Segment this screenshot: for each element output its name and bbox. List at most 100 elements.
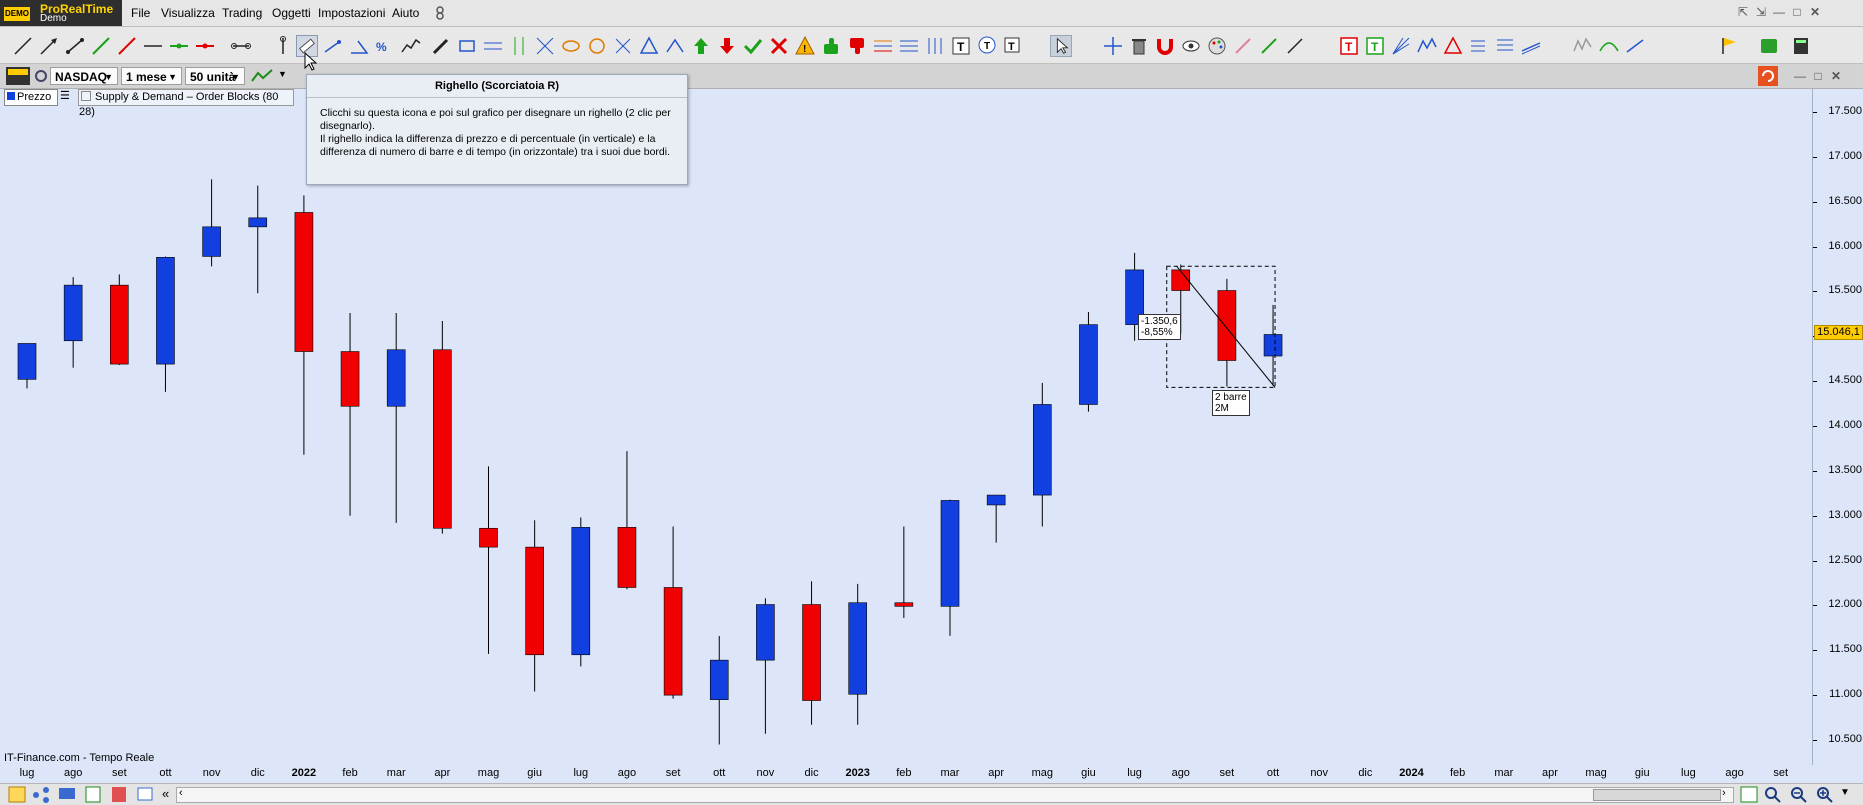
refresh-icon[interactable] — [1758, 35, 1780, 57]
palette-icon[interactable] — [1206, 35, 1228, 57]
scrollbar-thumb[interactable] — [1593, 789, 1721, 801]
chat-icon[interactable] — [58, 786, 76, 803]
cross-icon[interactable] — [612, 35, 634, 57]
detach-icon[interactable]: ⇱ — [1736, 5, 1750, 19]
green-horizontal-icon[interactable] — [168, 35, 190, 57]
units-select[interactable]: 50 unità ▼ — [185, 67, 245, 85]
chart-close-icon[interactable]: ✕ — [1829, 69, 1843, 83]
restore-icon[interactable]: ⇲ — [1754, 5, 1768, 19]
green-line-icon[interactable] — [90, 35, 112, 57]
gann-fan-icon[interactable] — [1390, 35, 1412, 57]
scroll-right-icon[interactable]: › — [1722, 787, 1726, 799]
green-text-box-icon[interactable]: T — [1364, 35, 1386, 57]
fibo-retracement-icon[interactable] — [1468, 35, 1490, 57]
zoom-fit-icon[interactable] — [1764, 786, 1782, 803]
red-arrow-down-icon[interactable] — [716, 35, 738, 57]
red-text-box-icon[interactable]: T — [1338, 35, 1360, 57]
move-icon[interactable] — [1102, 35, 1124, 57]
price-chart[interactable] — [0, 89, 1812, 765]
fibonacci-fan-icon[interactable] — [534, 35, 556, 57]
red-line-icon[interactable] — [116, 35, 138, 57]
calculator-icon[interactable] — [1790, 35, 1812, 57]
pitchfork-icon[interactable] — [664, 35, 686, 57]
thumbs-down-icon[interactable] — [846, 35, 868, 57]
window-icon[interactable] — [136, 786, 154, 803]
fibonacci-icon[interactable] — [872, 35, 894, 57]
indicator-icon[interactable] — [250, 67, 274, 85]
close-icon[interactable]: ✕ — [1808, 5, 1822, 19]
horizontal-line-icon[interactable] — [142, 35, 164, 57]
flag-icon[interactable] — [1718, 35, 1740, 57]
menu-aiuto[interactable]: Aiuto — [392, 6, 419, 20]
warning-icon[interactable]: ! — [794, 35, 816, 57]
menu-trading[interactable]: Trading — [222, 6, 262, 20]
percent-icon[interactable]: % — [374, 35, 396, 57]
elliott-wave-icon[interactable] — [1416, 35, 1438, 57]
green-arrow-up-icon[interactable] — [690, 35, 712, 57]
green-segment-icon[interactable] — [1258, 35, 1280, 57]
ellipse-icon[interactable] — [560, 35, 582, 57]
fibonacci-time-icon[interactable] — [924, 35, 946, 57]
autoscale-icon[interactable] — [1740, 786, 1758, 803]
black-segment-icon[interactable] — [1284, 35, 1306, 57]
circle-icon[interactable] — [586, 35, 608, 57]
parallel-lines-icon[interactable] — [482, 35, 504, 57]
red-horizontal-icon[interactable] — [194, 35, 216, 57]
scroll-left-icon[interactable]: ‹ — [179, 787, 183, 799]
triangle-icon[interactable] — [638, 35, 660, 57]
regression-icon[interactable] — [1624, 35, 1646, 57]
red-triangle-icon[interactable] — [1442, 35, 1464, 57]
price-axis[interactable]: 10.500 11.000 11.500 12.000 12.500 13.000 13.5… — [1812, 89, 1863, 765]
pointer-icon[interactable] — [1050, 35, 1072, 57]
menu-oggetti[interactable]: Oggetti — [272, 6, 311, 20]
magnet-icon[interactable] — [1154, 35, 1176, 57]
zoom-in-icon[interactable] — [1816, 786, 1834, 803]
text-box-icon[interactable]: T — [950, 35, 972, 57]
instrument-select[interactable]: NASDAQ ▼ — [50, 67, 118, 85]
text-tool-icon[interactable]: T — [1002, 35, 1024, 57]
chevron-down-icon[interactable]: ▼ — [1840, 787, 1850, 798]
angle-icon[interactable] — [348, 35, 370, 57]
eye-icon[interactable] — [1180, 35, 1202, 57]
maximize-icon[interactable]: □ — [1790, 5, 1804, 19]
vertical-lines-icon[interactable] — [508, 35, 530, 57]
share-icon[interactable] — [32, 786, 50, 803]
settings-icon[interactable] — [34, 67, 48, 85]
thumbs-up-icon[interactable] — [820, 35, 842, 57]
x-mark-icon[interactable] — [768, 35, 790, 57]
check-icon[interactable] — [742, 35, 764, 57]
zoom-out-icon[interactable] — [1790, 786, 1808, 803]
trash-icon[interactable] — [1128, 35, 1150, 57]
rectangle-icon[interactable] — [456, 35, 478, 57]
chevron-down-icon[interactable]: ▼ — [278, 69, 287, 79]
ruler-diagonal[interactable] — [1176, 265, 1276, 388]
timeframe-select[interactable]: 1 mese ▼ — [121, 67, 182, 85]
chart-maximize-icon[interactable]: □ — [1811, 69, 1825, 83]
menu-file[interactable]: File — [131, 6, 150, 20]
pencil-icon[interactable] — [430, 35, 452, 57]
raff-channel-icon[interactable] — [1520, 35, 1542, 57]
price-measure-icon[interactable] — [322, 35, 344, 57]
chart-minimize-icon[interactable]: — — [1793, 69, 1807, 83]
menu-visualizza[interactable]: Visualizza — [161, 6, 215, 20]
zigzag-icon[interactable] — [1572, 35, 1594, 57]
curve-icon[interactable] — [1598, 35, 1620, 57]
fibo-projection-icon[interactable] — [1494, 35, 1516, 57]
trend-channel-icon[interactable] — [400, 35, 422, 57]
list-view-icon[interactable] — [110, 786, 128, 803]
horizontal-segment-icon[interactable] — [230, 35, 252, 57]
fibonacci-ext-icon[interactable] — [898, 35, 920, 57]
segment-icon[interactable] — [64, 35, 86, 57]
link-icon[interactable] — [433, 4, 447, 22]
news-icon[interactable] — [84, 786, 102, 803]
speech-bubble-icon[interactable]: T — [976, 35, 998, 57]
chart-type-icon[interactable] — [8, 786, 26, 803]
minimize-icon[interactable]: — — [1772, 5, 1786, 19]
scroll-start-icon[interactable]: « — [162, 786, 169, 801]
arrow-line-icon[interactable] — [38, 35, 60, 57]
menu-impostazioni[interactable]: Impostazioni — [318, 6, 385, 20]
vertical-segment-icon[interactable] — [272, 35, 294, 57]
line-tool-icon[interactable] — [12, 35, 34, 57]
horizontal-scrollbar[interactable]: ‹ › — [176, 787, 1734, 803]
sync-icon[interactable] — [1758, 66, 1778, 86]
